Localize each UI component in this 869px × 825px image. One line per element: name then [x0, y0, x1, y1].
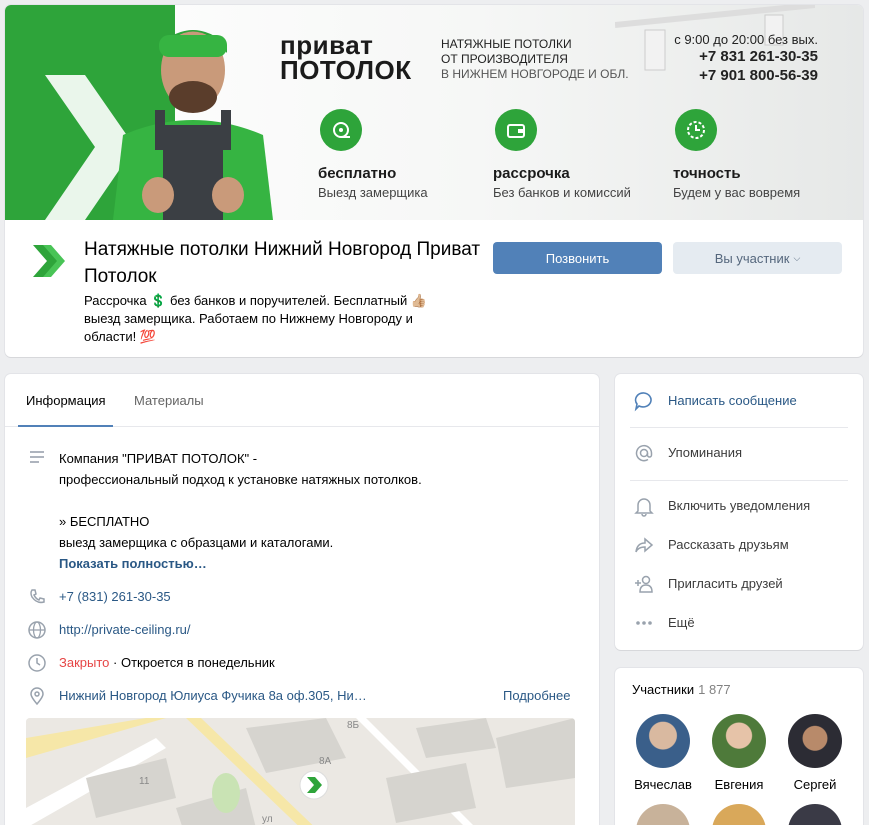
cover-image: приват ПОТОЛОК НАТЯЖНЫЕ ПОТОЛКИ ОТ ПРОИЗ… [5, 5, 863, 220]
action-label: Включить уведомления [668, 498, 811, 513]
text-lines-icon [30, 451, 44, 463]
closed-status: Закрыто [59, 655, 110, 670]
map-label: ул [262, 814, 273, 825]
member-button-label: Вы участник [714, 250, 790, 266]
member-card[interactable]: Сергей [777, 714, 853, 792]
show-more-link[interactable]: Показать полностью… [59, 556, 207, 571]
page-title: Натяжные потолки Нижний Новгород Приват … [84, 239, 481, 287]
tab-materials[interactable]: Материалы [134, 393, 204, 408]
tab-information[interactable]: Информация [26, 393, 106, 408]
divider [630, 480, 848, 481]
feature-subtitle: Без банков и комиссий [493, 185, 631, 200]
feature-title: бесплатно [318, 165, 397, 182]
map-label: 8А [319, 756, 332, 767]
cover-slogan: НАТЯЖНЫЕ ПОТОЛКИ ОТ ПРОИЗВОДИТЕЛЯ В НИЖН… [441, 37, 629, 82]
tab-bar: Информация Материалы [5, 374, 599, 427]
divider [630, 427, 848, 428]
members-panel: Участники 1 877 Вячеслав Евгения Сергей [615, 668, 863, 825]
map-canvas [26, 718, 575, 825]
members-count: 1 877 [698, 682, 731, 697]
tape-measure-icon [320, 109, 362, 151]
website-link[interactable]: http://private-ceiling.ru/ [59, 622, 191, 637]
members-title: Участники [632, 682, 695, 697]
group-status: Рассрочка 💲 без банков и поручителей. Бе… [84, 293, 428, 344]
map-label: 8Б [347, 720, 360, 731]
feature-subtitle: Выезд замерщика [318, 185, 428, 200]
cover-contacts: с 9:00 до 20:00 без вых. +7 831 261-30-3… [674, 32, 818, 85]
more-icon [636, 621, 652, 625]
clock-icon [675, 109, 717, 151]
phone-icon [30, 589, 45, 604]
cover-slogan-line2: ОТ ПРОИЗВОДИТЕЛЯ [441, 52, 568, 66]
cover-feature-free: бесплатно Выезд замерщика [318, 109, 498, 200]
avatar [712, 714, 766, 768]
avatar [636, 714, 690, 768]
cover-brand: приват ПОТОЛОК [280, 32, 412, 85]
action-label: Пригласить друзей [668, 576, 783, 591]
member-name: Евгения [714, 777, 764, 792]
share-icon [635, 537, 654, 553]
more-action[interactable]: Ещё [615, 608, 863, 638]
cover-brand-line2: ПОТОЛОК [280, 55, 412, 85]
wallet-icon [495, 109, 537, 151]
chevron-down-icon: ⌵ [793, 252, 801, 263]
enable-notifications-action[interactable]: Включить уведомления [615, 491, 863, 521]
send-message-action[interactable]: Написать сообщение [615, 386, 863, 416]
work-hours: Закрыто · Откроется в понедельник [59, 655, 275, 670]
clock-icon [28, 654, 46, 672]
action-label: Упоминания [668, 445, 743, 460]
member-name: Вячеслав [634, 777, 692, 792]
mentions-action[interactable]: Упоминания [615, 438, 863, 468]
feature-title: точность [673, 165, 741, 182]
actions-panel: Написать сообщение Упоминания Включить у… [615, 374, 863, 650]
avatar [788, 714, 842, 768]
action-label: Написать сообщение [668, 393, 797, 408]
cover-feature-accuracy: точность Будем у вас вовремя [673, 109, 853, 200]
share-action[interactable]: Рассказать друзьям [615, 530, 863, 560]
cover-phone-1: +7 831 261-30-35 [699, 48, 818, 65]
phone-link[interactable]: +7 (831) 261-30-35 [59, 589, 171, 604]
call-button-label: Позвонить [545, 250, 610, 266]
map-label: 11 [139, 776, 150, 787]
feature-subtitle: Будем у вас вовремя [673, 185, 801, 200]
cover-slogan-line3: В НИЖНЕМ НОВГОРОДЕ И ОБЛ. [441, 67, 629, 81]
add-user-icon [635, 575, 653, 593]
call-button[interactable]: Позвонить [493, 242, 662, 274]
cover-phone-2: +7 901 800-56-39 [699, 67, 818, 84]
at-icon [635, 444, 653, 462]
members-header[interactable]: Участники 1 877 [632, 682, 731, 697]
avatar[interactable] [788, 804, 842, 825]
map-widget[interactable]: 8Б 8А 11 ул [26, 718, 575, 825]
active-tab-indicator [18, 425, 113, 427]
group-header: приват ПОТОЛОК НАТЯЖНЫЕ ПОТОЛКИ ОТ ПРОИЗ… [5, 5, 863, 357]
message-icon [634, 392, 652, 412]
feature-title: рассрочка [493, 165, 570, 182]
opens-text: · Откроется в понедельник [113, 655, 275, 670]
cover-hours: с 9:00 до 20:00 без вых. [674, 32, 818, 47]
cover-feature-installment: рассрочка Без банков и комиссий [493, 109, 673, 200]
address-link[interactable]: Нижний Новгород Юлиуса Фучика 8а оф.305,… [59, 688, 367, 703]
member-status-button[interactable]: Вы участник ⌵ [673, 242, 842, 274]
member-card[interactable]: Евгения [701, 714, 777, 792]
globe-icon [28, 621, 46, 639]
location-pin-icon [30, 687, 44, 706]
avatar[interactable] [712, 804, 766, 825]
action-label: Рассказать друзьям [668, 537, 789, 552]
cover-slogan-line1: НАТЯЖНЫЕ ПОТОЛКИ [441, 37, 572, 51]
bell-icon [634, 498, 654, 517]
member-name: Сергей [793, 777, 837, 792]
invite-friends-action[interactable]: Пригласить друзей [615, 569, 863, 599]
info-panel: Информация Материалы Компания "ПРИВАТ ПО… [5, 374, 599, 825]
avatar[interactable] [636, 804, 690, 825]
cover-worker-photo [113, 30, 273, 220]
action-label: Ещё [668, 615, 695, 630]
details-link[interactable]: Подробнее [503, 688, 570, 703]
member-card[interactable]: Вячеслав [625, 714, 701, 792]
group-description: Компания "ПРИВАТ ПОТОЛОК" - профессионал… [59, 451, 422, 550]
group-avatar[interactable] [29, 241, 69, 281]
